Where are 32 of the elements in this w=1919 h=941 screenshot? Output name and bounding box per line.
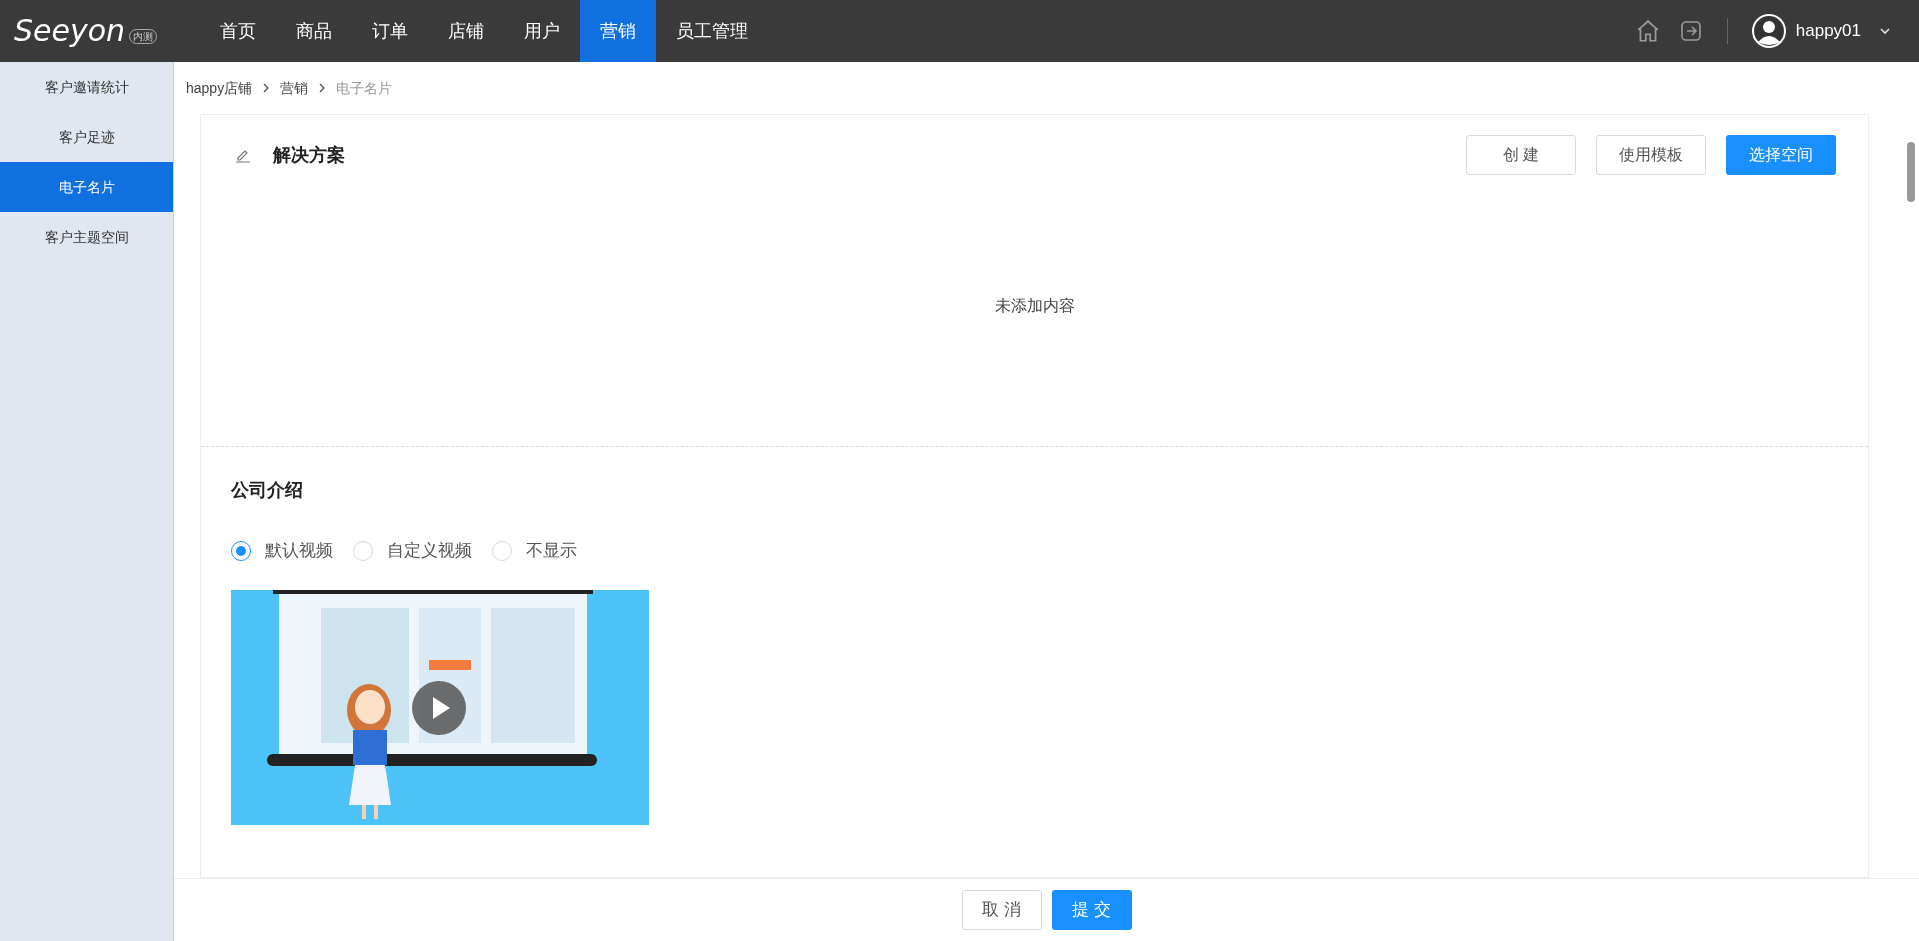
sidebar-item[interactable]: 客户主题空间 <box>0 212 173 262</box>
sidebar-item[interactable]: 客户邀请统计 <box>0 62 173 112</box>
empty-text: 未添加内容 <box>994 295 1075 316</box>
section-title: 解决方案 <box>273 143 345 167</box>
radio-option[interactable]: 自定义视频 <box>353 538 472 564</box>
radio-option[interactable]: 不显示 <box>492 538 577 564</box>
breadcrumb-item: 电子名片 <box>336 78 393 98</box>
footer-button[interactable]: 取 消 <box>961 890 1042 930</box>
nav-tab[interactable]: 员工管理 <box>656 0 768 62</box>
caret-icon[interactable] <box>1879 25 1891 37</box>
nav-tab[interactable]: 订单 <box>352 0 428 62</box>
logout-icon[interactable] <box>1678 19 1703 43</box>
breadcrumb-item[interactable]: 营销 <box>280 77 309 99</box>
play-icon[interactable] <box>411 679 467 736</box>
logo[interactable]: Seeyon <box>14 16 126 46</box>
username[interactable]: happy01 <box>1795 18 1861 44</box>
action-button[interactable]: 创 建 <box>1466 135 1576 175</box>
nav-tab[interactable]: 店铺 <box>428 0 504 62</box>
section-title: 公司介绍 <box>231 479 304 502</box>
scrollbar[interactable] <box>1907 142 1915 202</box>
action-button[interactable]: 使用模板 <box>1596 135 1706 175</box>
nav-tab[interactable]: 用户 <box>504 0 580 62</box>
nav-tab[interactable]: 首页 <box>200 0 276 62</box>
radio-option[interactable]: 默认视频 <box>231 538 333 564</box>
sidebar-item[interactable]: 客户足迹 <box>0 112 173 162</box>
nav-tab[interactable]: 商品 <box>276 0 352 62</box>
nav-tab[interactable]: 营销 <box>580 0 656 62</box>
sidebar-item[interactable]: 电子名片 <box>0 162 173 212</box>
breadcrumb-item[interactable]: happy店铺 <box>186 77 253 99</box>
avatar-icon[interactable] <box>1751 14 1786 48</box>
chevron-icon <box>318 83 327 93</box>
chevron-icon <box>262 83 271 93</box>
